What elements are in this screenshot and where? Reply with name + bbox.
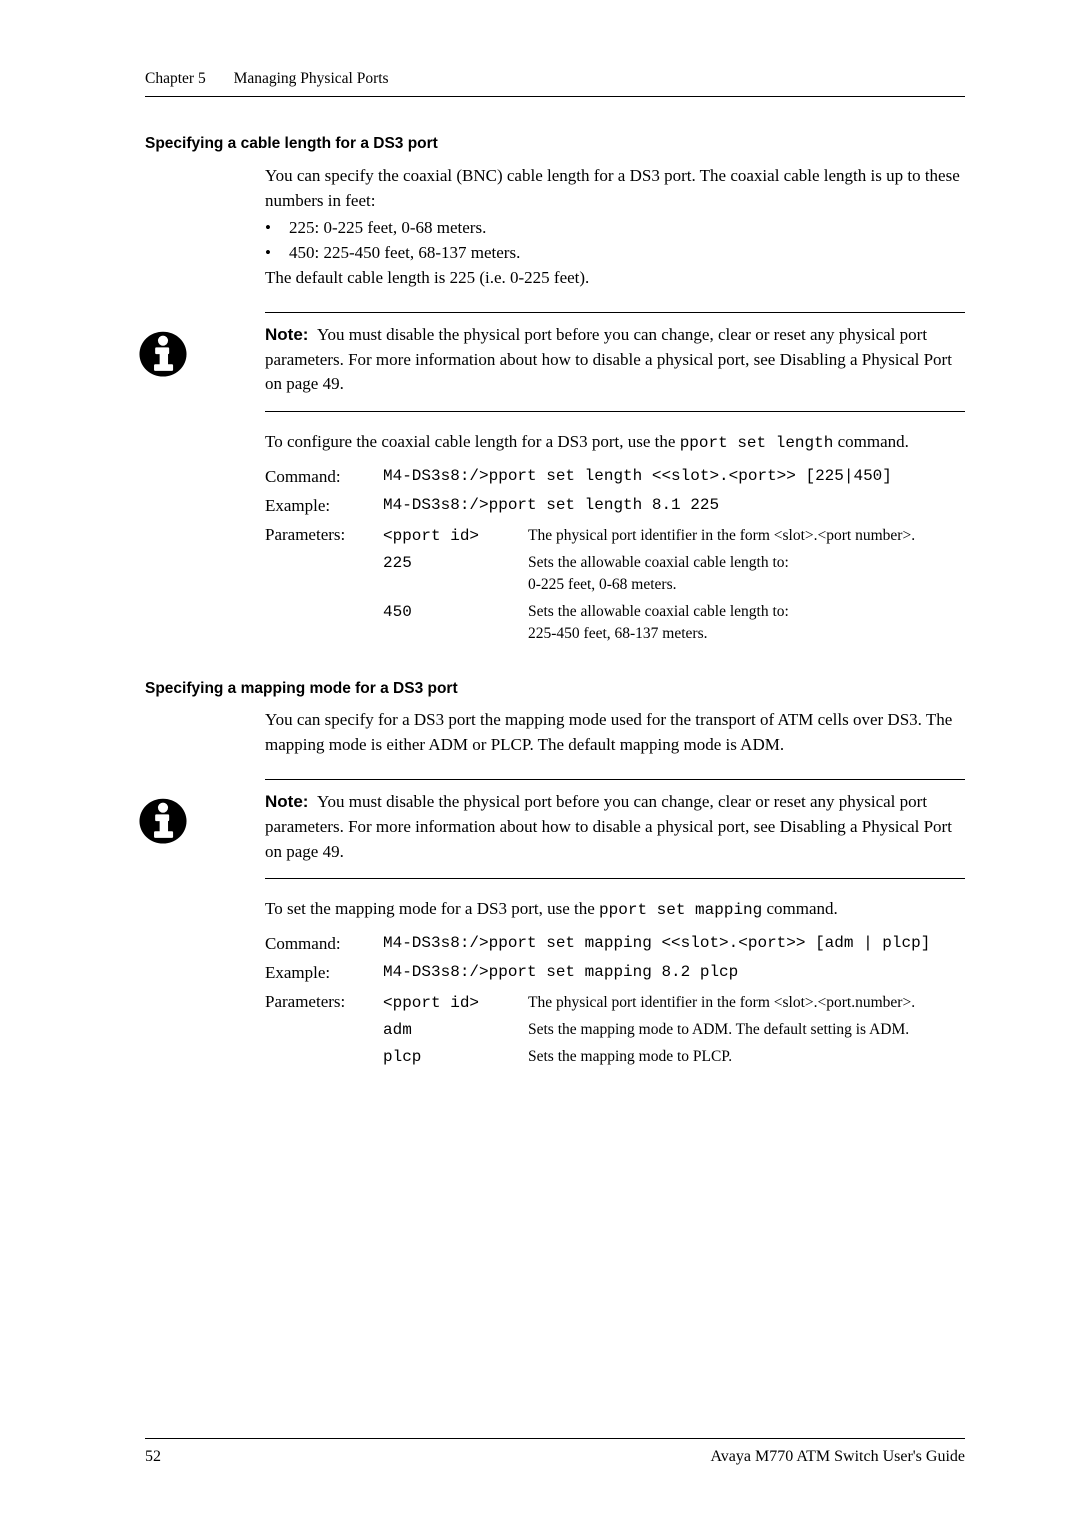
param-name: adm (383, 1017, 528, 1044)
command-label: Command: (265, 930, 383, 959)
note-block: Note: You must disable the physical port… (265, 779, 965, 879)
section-heading-cable-length: Specifying a cable length for a DS3 port (145, 133, 965, 155)
text-span: To configure the coaxial cable length fo… (265, 432, 680, 451)
param-desc: Sets the allowable coaxial cable length … (528, 599, 965, 648)
footer-rule (145, 1438, 965, 1439)
inline-code: pport set mapping (599, 901, 762, 919)
param-desc: The physical port identifier in the form… (528, 523, 965, 550)
param-desc: Sets the allowable coaxial cable length … (528, 550, 965, 599)
page-content: Chapter 5 Managing Physical Ports Specif… (0, 0, 1080, 1073)
example-label: Example: (265, 959, 383, 988)
param-name: 225 (383, 550, 528, 599)
header-rule (145, 96, 965, 97)
text-span: command. (833, 432, 909, 451)
note-body: You must disable the physical port befor… (265, 325, 952, 393)
command-value: M4-DS3s8:/>pport set mapping <<slot>.<po… (383, 930, 965, 959)
text-span: To set the mapping mode for a DS3 port, … (265, 899, 599, 918)
command-intro: To set the mapping mode for a DS3 port, … (265, 897, 965, 922)
info-icon (135, 792, 191, 848)
example-value: M4-DS3s8:/>pport set length 8.1 225 (383, 492, 965, 521)
default-paragraph: The default cable length is 225 (i.e. 0-… (265, 266, 965, 291)
list-item: 225: 0-225 feet, 0-68 meters. (265, 216, 965, 241)
param-name: <pport id> (383, 523, 528, 550)
command-label: Command: (265, 463, 383, 492)
param-desc-line: 0-225 feet, 0-68 meters. (528, 576, 677, 593)
param-desc: The physical port identifier in the form… (528, 990, 965, 1017)
info-icon (135, 325, 191, 381)
page-footer: 52 Avaya M770 ATM Switch User's Guide (145, 1438, 965, 1468)
parameters-label: Parameters: (265, 988, 383, 1074)
parameter-list: <pport id> The physical port identifier … (383, 990, 965, 1072)
param-desc-line: Sets the allowable coaxial cable length … (528, 603, 789, 620)
param-name: plcp (383, 1044, 528, 1071)
guide-title: Avaya M770 ATM Switch User's Guide (710, 1445, 965, 1468)
param-desc: Sets the mapping mode to ADM. The defaul… (528, 1017, 965, 1044)
chapter-title: Managing Physical Ports (234, 70, 389, 87)
chapter-number: Chapter 5 (145, 70, 206, 87)
param-desc: Sets the mapping mode to PLCP. (528, 1044, 965, 1071)
intro-paragraph: You can specify the coaxial (BNC) cable … (265, 164, 965, 213)
text-span: command. (762, 899, 838, 918)
param-desc-line: Sets the allowable coaxial cable length … (528, 554, 789, 571)
param-name: <pport id> (383, 990, 528, 1017)
section-heading-mapping-mode: Specifying a mapping mode for a DS3 port (145, 678, 965, 700)
command-table: Command: M4-DS3s8:/>pport set mapping <<… (265, 930, 965, 1073)
bullet-list: 225: 0-225 feet, 0-68 meters. 450: 225-4… (265, 216, 965, 265)
command-intro: To configure the coaxial cable length fo… (265, 430, 965, 455)
section2-body: You can specify for a DS3 port the mappi… (265, 708, 965, 1073)
note-label: Note: (265, 792, 308, 811)
note-label: Note: (265, 325, 308, 344)
example-label: Example: (265, 492, 383, 521)
param-name: 450 (383, 599, 528, 648)
command-table: Command: M4-DS3s8:/>pport set length <<s… (265, 463, 965, 649)
list-item: 450: 225-450 feet, 68-137 meters. (265, 241, 965, 266)
parameter-list: <pport id> The physical port identifier … (383, 523, 965, 648)
running-header: Chapter 5 Managing Physical Ports (145, 68, 965, 97)
note-text: Note: You must disable the physical port… (265, 323, 965, 397)
command-value: M4-DS3s8:/>pport set length <<slot>.<por… (383, 463, 965, 492)
parameters-label: Parameters: (265, 521, 383, 650)
note-body: You must disable the physical port befor… (265, 792, 952, 860)
note-block: Note: You must disable the physical port… (265, 312, 965, 412)
note-text: Note: You must disable the physical port… (265, 790, 965, 864)
section1-body: You can specify the coaxial (BNC) cable … (265, 164, 965, 650)
intro-paragraph: You can specify for a DS3 port the mappi… (265, 708, 965, 757)
example-value: M4-DS3s8:/>pport set mapping 8.2 plcp (383, 959, 965, 988)
param-desc-line: 225-450 feet, 68-137 meters. (528, 625, 708, 642)
page-number: 52 (145, 1445, 161, 1468)
inline-code: pport set length (680, 434, 834, 452)
